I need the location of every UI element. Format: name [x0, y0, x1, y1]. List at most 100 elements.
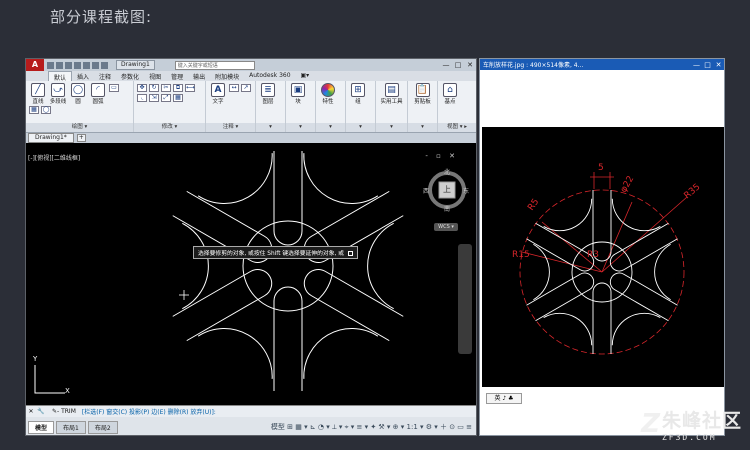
tab-output[interactable]: 输出: [188, 71, 210, 81]
modify-group-label[interactable]: 修改 ▾: [134, 123, 205, 132]
viewcube-top-face[interactable]: 上: [443, 184, 451, 195]
tab-insert[interactable]: 插入: [72, 71, 94, 81]
block-group-label[interactable]: ▾: [286, 123, 315, 132]
status-toggle-icons[interactable]: 模型 ⊞ ▦ ▾ ⊾ ◔ ▾ ⟂ ▾ ⌖ ▾ ≡ ▾ ✦ ⚒ ▾ ⊕ ▾ 1:1…: [271, 422, 476, 432]
clipboard-tool[interactable]: 📋 剪贴板: [410, 83, 435, 105]
draw-group-label[interactable]: 绘图 ▾: [26, 123, 133, 132]
utilities-tool[interactable]: ▤ 实用工具: [378, 83, 405, 105]
viewcube-east[interactable]: 东: [463, 186, 469, 195]
hatch-icon[interactable]: ▦: [29, 106, 39, 114]
tab-view[interactable]: 视图: [144, 71, 166, 81]
copy-icon[interactable]: ⧉: [173, 84, 183, 92]
wcs-menu-button[interactable]: WCS ▾: [434, 223, 458, 231]
leader-icon[interactable]: ↗: [241, 84, 251, 92]
arc-icon: ◜: [91, 83, 105, 97]
move-icon[interactable]: ✥: [137, 84, 147, 92]
open-file-icon[interactable]: [56, 61, 63, 69]
tooltip-input-box[interactable]: [347, 251, 353, 256]
layout-tab-1[interactable]: 布局1: [56, 420, 86, 434]
properties-group: 特性 ▾: [316, 81, 346, 132]
viewer-minimize-button[interactable]: —: [691, 61, 702, 69]
view-group-label[interactable]: 视图 ▾ ▸: [438, 123, 476, 132]
dim-r3: R3: [587, 250, 599, 260]
cad-titlebar: A Drawing1 键入关键字或短语 — □ ✕: [26, 59, 476, 71]
star-part-outline: [172, 151, 404, 391]
viewcube-west[interactable]: 西: [423, 186, 429, 195]
arc-tool[interactable]: ◜ 圆弧: [88, 83, 108, 105]
navigation-bar[interactable]: [458, 244, 472, 354]
properties-group-label[interactable]: ▾: [316, 123, 345, 132]
base-tool[interactable]: ⌂ 基点: [440, 83, 460, 105]
saveas-icon[interactable]: [74, 61, 81, 69]
tab-parametric[interactable]: 参数化: [116, 71, 144, 81]
mirror-icon[interactable]: ⟷: [185, 84, 195, 92]
array-icon[interactable]: ▦: [173, 94, 183, 102]
draw-group: ╱ 直线 ⤻ 多段线 ◯ 圆 ◜ 圆弧 ▭ ▦ ◯ 绘图 ▾: [26, 81, 134, 132]
scallop-arc: [533, 243, 550, 301]
clipboard-label: 剪贴板: [414, 99, 431, 105]
layer-properties-tool[interactable]: ≣ 图层: [258, 83, 278, 105]
search-input[interactable]: 键入关键字或短语: [174, 60, 255, 70]
line-tool[interactable]: ╱ 直线: [28, 83, 48, 105]
new-tab-button[interactable]: +: [76, 134, 86, 142]
viewer-maximize-button[interactable]: □: [702, 61, 713, 69]
polyline-tool[interactable]: ⤻ 多段线: [48, 83, 68, 105]
file-tab-drawing1[interactable]: Drawing1*: [28, 133, 74, 143]
tab-manage[interactable]: 管理: [166, 71, 188, 81]
hub-circle: [242, 220, 334, 312]
properties-tool[interactable]: 特性: [318, 83, 338, 105]
group-tool[interactable]: ⊞ 组: [348, 83, 368, 105]
tab-autodesk360[interactable]: Autodesk 360: [244, 71, 295, 81]
viewer-titlebar: 车削放样花.jpg : 490×514像素, 4... — □ ✕: [480, 59, 724, 70]
cad-drawing-canvas[interactable]: [26, 151, 477, 405]
autocad-logo-icon[interactable]: A: [26, 59, 44, 71]
clipboard-group-label[interactable]: ▾: [408, 123, 437, 132]
maximize-button[interactable]: □: [452, 61, 464, 69]
new-file-icon[interactable]: [47, 61, 54, 69]
dim-phi22: φ22: [619, 174, 636, 194]
close-command-line-icon[interactable]: ✕: [26, 408, 36, 415]
layer-label: 图层: [262, 99, 274, 105]
tab-default[interactable]: 默认: [48, 71, 73, 82]
scallop-arc: [197, 328, 273, 379]
utilities-group-label[interactable]: ▾: [376, 123, 407, 132]
close-button[interactable]: ✕: [464, 61, 476, 69]
layout-tab-2[interactable]: 布局2: [87, 420, 118, 434]
viewcube-north[interactable]: 北: [444, 167, 450, 176]
block-tool[interactable]: ▣ 块: [288, 83, 308, 105]
tab-annotate[interactable]: 注释: [94, 71, 116, 81]
circle-tool[interactable]: ◯ 圆: [68, 83, 88, 105]
command-options[interactable]: [栏选(F) 窗交(C) 投影(P) 边(E) 删除(R) 放弃(U)]:: [82, 407, 216, 416]
fillet-icon[interactable]: ◟: [137, 94, 147, 102]
text-tool[interactable]: A 文字: [208, 83, 228, 105]
trim-icon[interactable]: ✂: [161, 84, 171, 92]
undo-icon[interactable]: [92, 61, 99, 69]
customize-wrench-icon[interactable]: 🔧: [36, 408, 46, 415]
tab-addins[interactable]: 附加模块: [210, 71, 244, 81]
layout-tab-model[interactable]: 模型: [28, 420, 55, 434]
line-icon: ╱: [31, 83, 45, 97]
dimension-icon[interactable]: ↔: [229, 84, 239, 92]
rotate-icon[interactable]: ↻: [149, 84, 159, 92]
ellipse-icon[interactable]: ◯: [41, 106, 51, 114]
line-label: 直线: [32, 99, 44, 105]
stretch-icon[interactable]: ⇲: [149, 94, 159, 102]
layers-group-label[interactable]: ▾: [256, 123, 285, 132]
annotation-group: A 文字 ↔ ↗ 注释 ▾: [206, 81, 256, 132]
spoke-arm: [273, 286, 303, 391]
minimize-button[interactable]: —: [440, 61, 452, 69]
viewcube[interactable]: 上 北 南 东 西: [423, 167, 469, 213]
print-icon[interactable]: [83, 61, 90, 69]
rectangle-icon[interactable]: ▭: [109, 84, 119, 92]
scale-icon[interactable]: ⤢: [161, 94, 171, 102]
redo-icon[interactable]: [101, 61, 108, 69]
save-icon[interactable]: [65, 61, 72, 69]
ucs-x-label: X: [65, 387, 70, 395]
group-group-label[interactable]: ▾: [346, 123, 375, 132]
viewer-close-button[interactable]: ✕: [713, 61, 724, 69]
ime-indicator[interactable]: 英 ♪ ♣: [486, 393, 522, 404]
viewcube-south[interactable]: 南: [444, 204, 450, 213]
annotation-group-label[interactable]: 注释 ▾: [206, 123, 255, 132]
command-line[interactable]: ✕ 🔧 ✎- TRIM [栏选(F) 窗交(C) 投影(P) 边(E) 删除(R…: [26, 405, 476, 417]
tab-more[interactable]: ▣▾: [296, 71, 315, 81]
